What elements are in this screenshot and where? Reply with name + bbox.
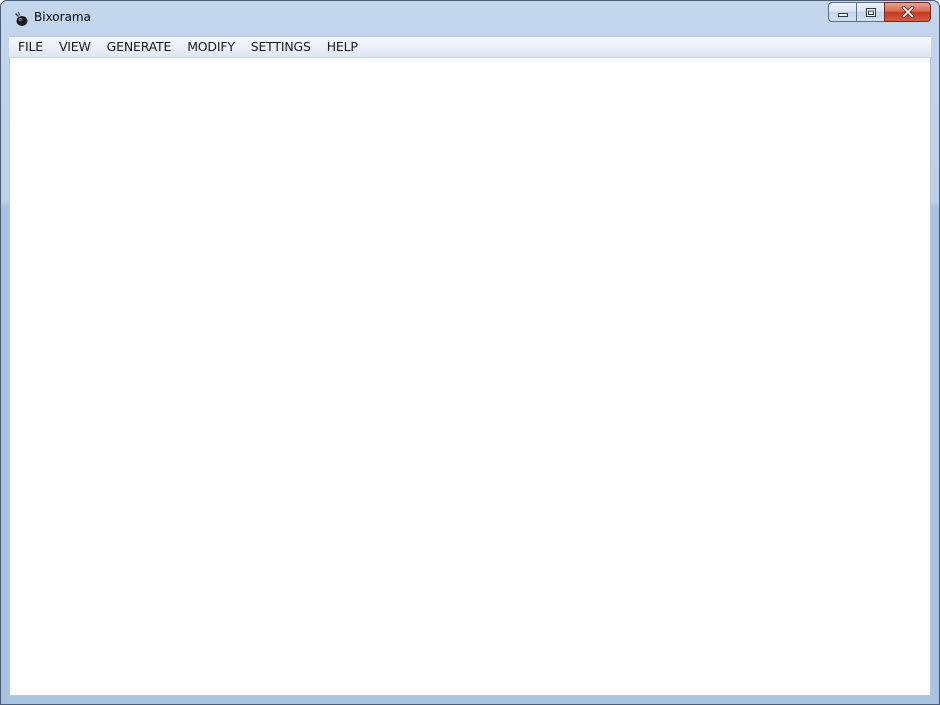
app-window: Bixorama FILE VIEW GENERATE MODIFY SETTI… <box>0 0 940 705</box>
maximize-button[interactable] <box>856 2 884 22</box>
maximize-icon <box>865 3 877 22</box>
minimize-button[interactable] <box>828 2 856 22</box>
bixorama-app-icon[interactable] <box>13 11 29 27</box>
menu-file[interactable]: FILE <box>9 37 51 57</box>
menu-modify[interactable]: MODIFY <box>179 37 243 57</box>
caption-buttons <box>828 2 931 23</box>
menu-bar: FILE VIEW GENERATE MODIFY SETTINGS HELP <box>9 36 931 58</box>
menu-help[interactable]: HELP <box>319 37 366 57</box>
window-title: Bixorama <box>34 10 91 24</box>
minimize-icon <box>837 3 849 22</box>
menu-generate[interactable]: GENERATE <box>99 37 180 57</box>
close-icon <box>900 3 915 22</box>
menu-view[interactable]: VIEW <box>51 37 99 57</box>
title-bar[interactable]: Bixorama <box>1 1 939 35</box>
client-area[interactable] <box>9 58 931 696</box>
menu-settings[interactable]: SETTINGS <box>243 37 319 57</box>
close-button[interactable] <box>884 2 931 22</box>
